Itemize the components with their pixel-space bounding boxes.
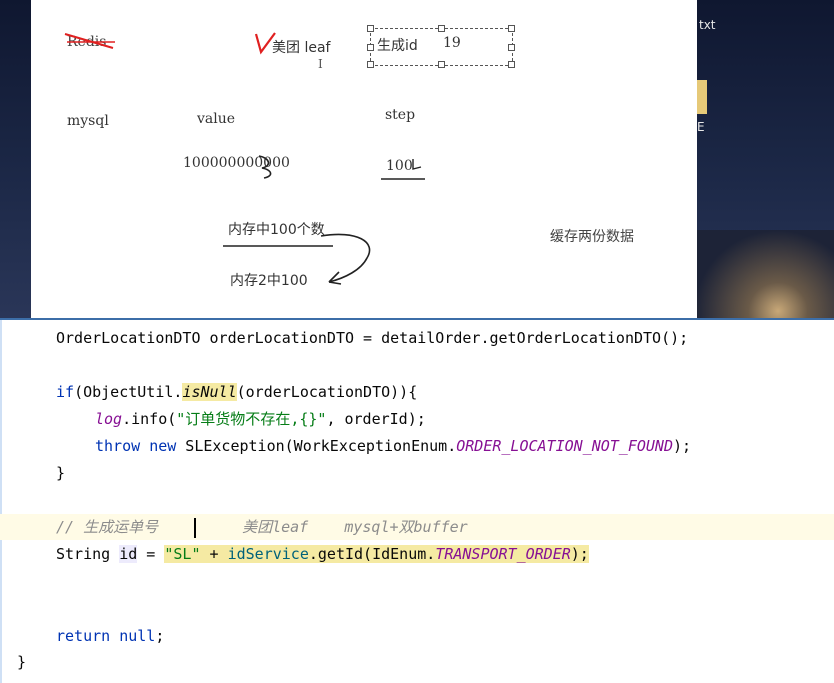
keyword-token: null [119, 627, 156, 645]
comment-token: // 生成运单号 [56, 518, 159, 536]
text-cursor-icon: I [318, 57, 323, 71]
code-token: orderLocationDTO = detailOrder.getOrderL… [200, 329, 689, 347]
step-label: step [385, 107, 416, 123]
value-label: value [197, 111, 236, 127]
code-token: .info( [122, 410, 177, 428]
step-underline [381, 159, 425, 180]
code-token: ; [155, 627, 165, 645]
whiteboard-canvas[interactable]: Redis 美团 leaf I 生成id 19 mysql value step… [31, 0, 697, 318]
comment-token: 美团leaf mysql+双buffer [242, 518, 468, 536]
resize-handle[interactable] [508, 44, 515, 51]
memory-2-label: 内存2中100 [230, 273, 308, 289]
desktop-side-label: E [697, 120, 705, 134]
method-token: isNull [182, 383, 237, 401]
constant-token: ORDER_LOCATION_NOT_FOUND [456, 437, 673, 455]
code-line[interactable]: throw new SLException(WorkExceptionEnum.… [95, 433, 691, 459]
text-caret [194, 517, 197, 538]
string-token: "订单货物不存在,{}" [176, 410, 327, 428]
code-token: , orderId); [326, 410, 426, 428]
field-token: log [95, 410, 123, 428]
curved-arrow-icon [320, 233, 371, 285]
keyword-token: throw [95, 437, 141, 455]
code-token: .getId(IdEnum. [308, 545, 436, 563]
desktop-file-label[interactable]: txt [699, 18, 716, 32]
editor-gutter [0, 320, 2, 683]
resize-handle[interactable] [508, 25, 515, 32]
field-token: idService [227, 545, 309, 563]
gen-id-label: 生成id [377, 38, 418, 54]
code-line[interactable]: } [17, 649, 26, 675]
keyword-token: new [149, 437, 177, 455]
code-token: ); [570, 545, 589, 563]
variable-token: id [119, 545, 138, 563]
resize-handle[interactable] [438, 25, 445, 32]
code-line[interactable]: return null; [56, 623, 164, 649]
code-line[interactable]: OrderLocationDTO orderLocationDTO = deta… [56, 325, 688, 351]
type-token: String [56, 545, 120, 563]
code-editor[interactable]: OrderLocationDTO orderLocationDTO = deta… [0, 318, 834, 683]
code-token: SLException(WorkExceptionEnum. [176, 437, 457, 455]
brace-token: } [56, 464, 66, 482]
comment-line[interactable]: // 生成运单号 美团leaf mysql+双buffer [0, 514, 834, 540]
code-token: + [200, 545, 228, 563]
code-token: ); [673, 437, 692, 455]
type-token: OrderLocationDTO [56, 329, 201, 347]
code-line[interactable]: if(ObjectUtil.isNull(orderLocationDTO)){ [56, 379, 417, 405]
resize-handle[interactable] [508, 61, 515, 68]
cache-two-label: 缓存两份数据 [550, 229, 634, 245]
resize-handle[interactable] [367, 44, 374, 51]
scribble-mark [258, 155, 272, 179]
file-icon[interactable] [697, 80, 707, 114]
code-token: (ObjectUtil. [74, 383, 183, 401]
resize-handle[interactable] [438, 61, 445, 68]
wallpaper-city-image [694, 230, 834, 320]
strike-mark [64, 33, 115, 49]
mysql-label: mysql [67, 113, 109, 129]
keyword-token: if [56, 383, 75, 401]
meituan-leaf-label: 美团 leaf [272, 40, 331, 56]
brace-token: } [17, 653, 27, 671]
gen-id-value: 19 [443, 35, 461, 51]
code-token: (orderLocationDTO)){ [236, 383, 418, 401]
resize-handle[interactable] [367, 25, 374, 32]
code-token: = [137, 545, 165, 563]
code-line[interactable]: String id = "SL" + idService.getId(IdEnu… [56, 541, 589, 567]
constant-token: TRANSPORT_ORDER [435, 545, 571, 563]
string-token: "SL" [164, 545, 201, 563]
code-line[interactable]: } [56, 460, 65, 486]
resize-handle[interactable] [367, 61, 374, 68]
keyword-token: return [56, 627, 111, 645]
code-line[interactable]: log.info("订单货物不存在,{}", orderId); [95, 406, 426, 432]
